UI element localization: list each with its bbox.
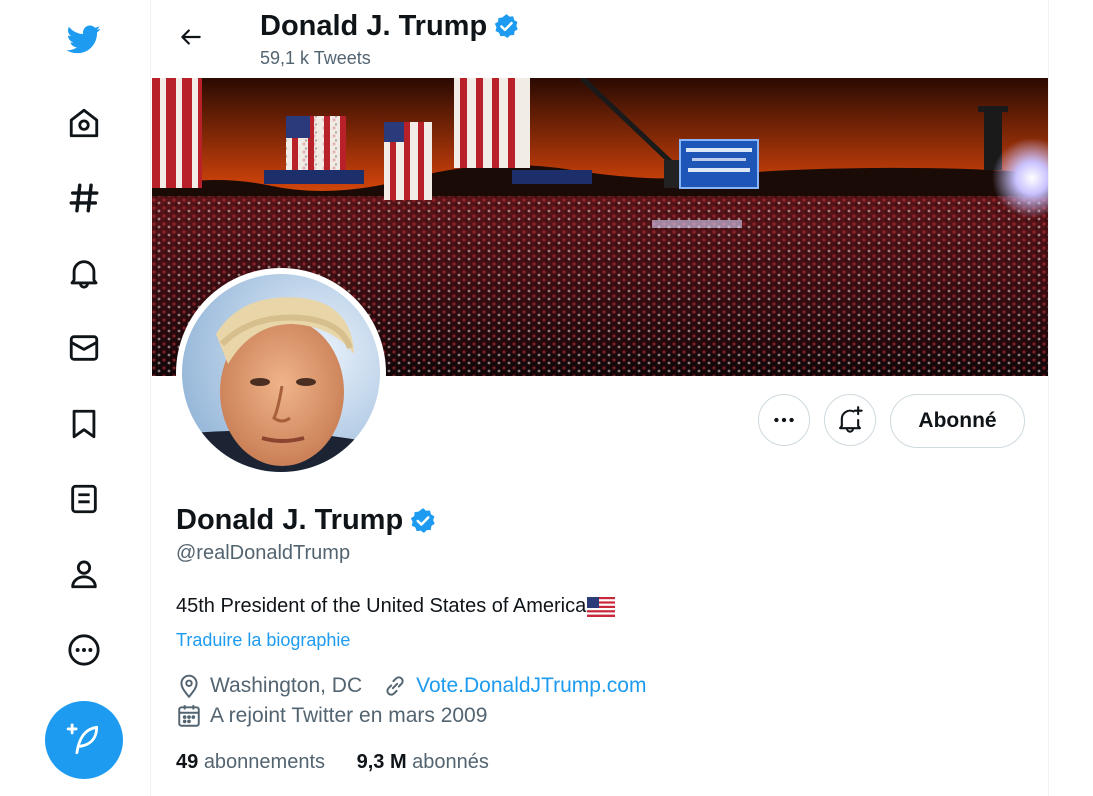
home-icon[interactable] <box>62 101 106 145</box>
messages-envelope-icon[interactable] <box>62 326 106 370</box>
bio-text: 45th President of the United States of A… <box>176 595 587 617</box>
tweet-count: 59,1 k Tweets <box>260 48 371 68</box>
profile-icon[interactable] <box>62 552 106 596</box>
following-link[interactable]: 49 abonnements <box>176 751 325 773</box>
header-title: Donald J. Trump <box>260 10 520 43</box>
header-name: Donald J. Trump <box>260 10 488 42</box>
notifications-bell-icon[interactable] <box>62 251 106 295</box>
compose-tweet-button[interactable] <box>45 701 123 779</box>
more-options-button[interactable] <box>758 394 810 446</box>
twitter-logo-icon[interactable] <box>62 17 106 61</box>
followers-link[interactable]: 9,3 M abonnés <box>357 751 489 773</box>
column-divider <box>1048 0 1049 796</box>
compose-tweet-icon <box>66 723 99 755</box>
lists-icon[interactable] <box>62 477 106 521</box>
us-flag-icon <box>587 596 616 617</box>
calendar-icon <box>178 705 200 727</box>
profile-meta-row: Washington, DC Vote.DonaldJTrump.com <box>176 673 646 699</box>
location-pin-icon <box>180 674 198 698</box>
back-arrow-icon <box>181 29 201 45</box>
profile-avatar[interactable] <box>176 268 386 478</box>
profile-handle: @realDonaldTrump <box>176 542 351 564</box>
bookmarks-icon[interactable] <box>62 402 106 446</box>
link-icon <box>386 676 404 696</box>
translate-bio-link[interactable]: Traduire la biographie <box>176 630 350 651</box>
back-button[interactable] <box>168 14 214 60</box>
avatar-photo <box>182 274 380 472</box>
profile-name-row: Donald J. Trump <box>176 504 437 537</box>
following-count: 49 <box>176 751 199 773</box>
bell-plus-icon <box>839 406 863 433</box>
joined-row: A rejoint Twitter en mars 2009 <box>176 703 487 729</box>
joined-text: A rejoint Twitter en mars 2009 <box>210 704 488 727</box>
more-dots-icon <box>774 417 794 423</box>
verified-badge-icon <box>411 507 435 533</box>
column-divider <box>150 0 151 796</box>
notify-button[interactable] <box>824 394 876 446</box>
verified-badge-icon <box>494 14 518 38</box>
explore-hashtag-icon[interactable] <box>62 176 106 220</box>
following-button[interactable]: Abonné <box>890 394 1025 448</box>
followers-label: abonnés <box>412 751 489 773</box>
following-label: abonnements <box>203 751 326 773</box>
website-link[interactable]: Vote.DonaldJTrump.com <box>416 674 646 698</box>
profile-bio: 45th President of the United States of A… <box>176 595 616 618</box>
profile-name: Donald J. Trump <box>176 504 404 536</box>
follow-stats: 49 abonnements 9,3 M abonnés <box>176 751 489 774</box>
location-text: Washington, DC <box>210 674 363 697</box>
more-icon[interactable] <box>62 628 106 672</box>
left-navigation <box>0 0 151 796</box>
followers-count: 9,3 M <box>356 751 407 773</box>
